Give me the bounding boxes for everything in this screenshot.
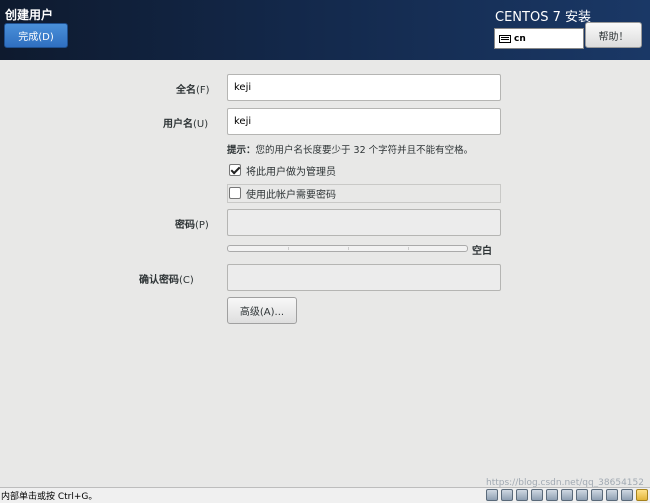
vm-statusbar: 内部单击或按 Ctrl+G。 <box>0 487 650 503</box>
folder-icon[interactable] <box>636 489 648 501</box>
password-strength-bar <box>227 245 468 252</box>
keyboard-layout-label: cn <box>514 33 526 44</box>
usb-icon[interactable] <box>531 489 543 501</box>
installer-header: 创建用户 完成(D) CENTOS 7 安装 cn 帮助！ <box>0 0 650 60</box>
admin-checkbox[interactable] <box>229 164 241 176</box>
username-hint: 提示：您的用户名长度要少于 32 个字符并且不能有空格。 <box>227 145 474 156</box>
keyboard-layout-indicator[interactable]: cn <box>494 28 584 49</box>
password-label: 密码(P) <box>175 220 209 231</box>
message-icon[interactable] <box>621 489 633 501</box>
password-strength-label: 空白 <box>472 246 492 257</box>
tray-icons <box>486 489 648 501</box>
statusbar-text: 内部单击或按 Ctrl+G。 <box>1 492 98 502</box>
product-title: CENTOS 7 安装 <box>495 10 591 25</box>
help-button[interactable]: 帮助！ <box>585 22 642 48</box>
cd-icon[interactable] <box>576 489 588 501</box>
password-input[interactable] <box>227 209 501 236</box>
keyboard-icon <box>499 34 511 43</box>
username-input[interactable]: keji <box>227 108 501 135</box>
done-button[interactable]: 完成(D) <box>4 23 68 48</box>
admin-checkbox-row[interactable]: 将此用户做为管理员 <box>229 161 336 179</box>
page-title: 创建用户 <box>5 8 54 22</box>
display-icon[interactable] <box>516 489 528 501</box>
network-icon[interactable] <box>501 489 513 501</box>
monitor-icon[interactable] <box>606 489 618 501</box>
require-password-label: 使用此帐户需要密码 <box>246 189 336 201</box>
hdd-icon[interactable] <box>486 489 498 501</box>
printer-icon[interactable] <box>546 489 558 501</box>
audio-icon[interactable] <box>561 489 573 501</box>
admin-checkbox-label: 将此用户做为管理员 <box>246 166 336 178</box>
username-label: 用户名(U) <box>163 119 209 130</box>
require-password-row[interactable]: 使用此帐户需要密码 <box>229 184 336 202</box>
fullname-label: 全名(F) <box>176 85 210 96</box>
shared-folder-icon[interactable] <box>591 489 603 501</box>
advanced-button[interactable]: 高级(A)... <box>227 297 297 324</box>
require-password-checkbox[interactable] <box>229 187 241 199</box>
confirm-password-label: 确认密码(C) <box>139 275 194 286</box>
confirm-password-input[interactable] <box>227 264 501 291</box>
fullname-input[interactable]: keji <box>227 74 501 101</box>
